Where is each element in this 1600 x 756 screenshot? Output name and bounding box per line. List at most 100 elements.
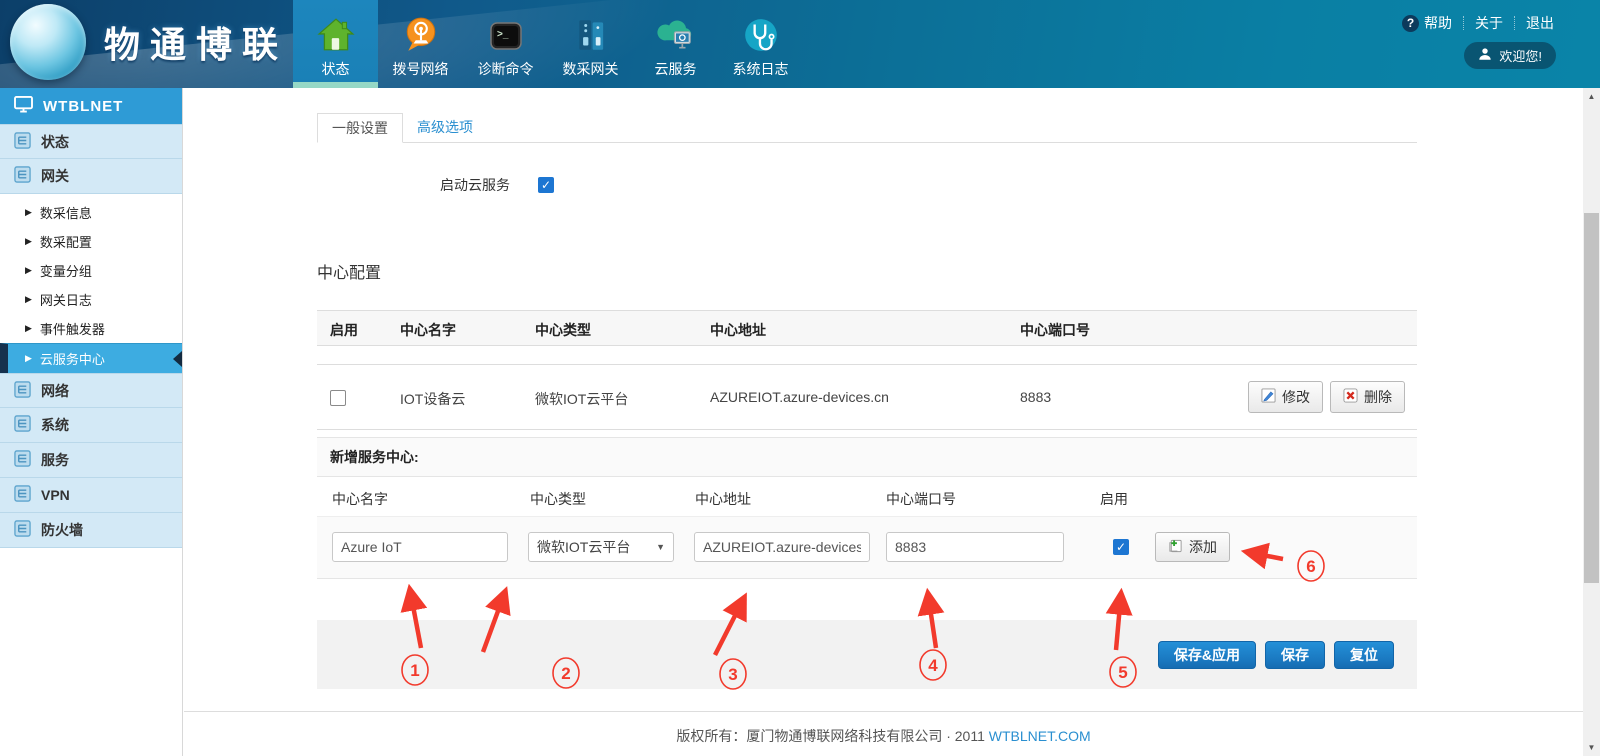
svg-text:>_: >_	[497, 29, 509, 40]
delete-icon	[1343, 388, 1358, 406]
welcome-badge[interactable]: 欢迎您!	[1464, 42, 1556, 69]
scrollbar-thumb[interactable]	[1584, 213, 1599, 583]
triangle-icon: ▶	[25, 207, 32, 218]
add-section-inputs: 微软IOT云平台 ▼ ✓ 添加	[317, 517, 1417, 579]
sidebar-item-network[interactable]: 网络	[0, 373, 182, 408]
add-enable-checkbox[interactable]: ✓	[1113, 539, 1129, 555]
enable-cloud-checkbox[interactable]: ✓	[538, 177, 554, 193]
save-button[interactable]: 保存	[1265, 641, 1325, 669]
sidebar: WTBLNET 状态 网关 ▶ 数采信息 ▶ 数采配置 ▶ 变量分组 ▶ 网关日…	[0, 88, 183, 756]
top-header: 物通博联 状态 拨号网络 >_ 诊断命令 数采网关	[0, 0, 1600, 88]
nav-label: 系统日志	[733, 59, 789, 79]
add-button[interactable]: 添加	[1155, 532, 1230, 562]
logo-sphere-icon	[10, 4, 86, 80]
nav-item-cloud-service[interactable]: 云服务	[633, 0, 718, 88]
top-links: ? 帮助 关于 退出	[1402, 13, 1554, 33]
sidebar-item-system[interactable]: 系统	[0, 408, 182, 443]
nav-item-dial-network[interactable]: 拨号网络	[378, 0, 463, 88]
link-separator	[1514, 16, 1515, 30]
enable-cloud-label: 启动云服务	[440, 175, 510, 195]
list-icon	[14, 132, 31, 152]
list-icon	[14, 520, 31, 540]
table-row: IOT设备云 微软IOT云平台 AZUREIOT.azure-devices.c…	[317, 364, 1417, 430]
sidebar-item-gateway[interactable]: 网关	[0, 159, 182, 194]
scroll-up-arrow-icon[interactable]: ▲	[1583, 88, 1600, 105]
nav-label: 拨号网络	[393, 59, 449, 79]
sidebar-item-status[interactable]: 状态	[0, 124, 182, 159]
logout-link[interactable]: 退出	[1526, 13, 1554, 33]
sidebar-title: WTBLNET	[0, 88, 182, 124]
nav-item-gateway[interactable]: 数采网关	[548, 0, 633, 88]
stethoscope-icon	[742, 8, 780, 54]
row-actions: 修改 删除	[1248, 381, 1405, 413]
center-table-header: 启用 中心名字 中心类型 中心地址 中心端口号	[317, 310, 1417, 346]
sidebar-item-firewall[interactable]: 防火墙	[0, 513, 182, 548]
main-nav: 状态 拨号网络 >_ 诊断命令 数采网关 云服务	[293, 0, 803, 88]
tab-bar: 一般设置 高级选项	[317, 113, 1417, 143]
sidebar-item-vpn[interactable]: VPN	[0, 478, 182, 513]
add-section-title: 新增服务中心:	[317, 437, 1417, 477]
sidebar-item-variable-group[interactable]: ▶ 变量分组	[0, 256, 182, 285]
list-icon	[14, 485, 31, 505]
enable-cloud-row: 启动云服务 ✓	[317, 175, 1417, 195]
help-icon: ?	[1402, 15, 1419, 32]
sidebar-item-service[interactable]: 服务	[0, 443, 182, 478]
about-link[interactable]: 关于	[1475, 13, 1503, 33]
row-center-name: IOT设备云	[400, 389, 465, 409]
triangle-icon: ▶	[25, 323, 32, 334]
sidebar-item-gateway-log[interactable]: ▶ 网关日志	[0, 285, 182, 314]
copyright-text: 版权所有：厦门物通博联网络科技有限公司 · 2011	[676, 728, 985, 744]
add-icon	[1168, 538, 1183, 556]
nav-item-syslog[interactable]: 系统日志	[718, 0, 803, 88]
list-icon	[14, 381, 31, 401]
link-separator	[1463, 16, 1464, 30]
row-center-port: 8883	[1020, 389, 1051, 405]
monitor-icon	[14, 96, 33, 117]
help-link[interactable]: ? 帮助	[1402, 13, 1452, 33]
sidebar-item-data-config[interactable]: ▶ 数采配置	[0, 227, 182, 256]
home-icon	[317, 8, 355, 54]
center-address-input[interactable]	[694, 532, 870, 562]
nav-label: 状态	[322, 59, 350, 79]
nav-label: 数采网关	[563, 59, 619, 79]
edit-icon	[1261, 388, 1276, 406]
dial-network-icon	[402, 8, 440, 54]
sidebar-item-data-info[interactable]: ▶ 数采信息	[0, 198, 182, 227]
edit-button[interactable]: 修改	[1248, 381, 1323, 413]
reset-button[interactable]: 复位	[1334, 641, 1394, 669]
list-icon	[14, 415, 31, 435]
save-apply-button[interactable]: 保存&应用	[1158, 641, 1256, 669]
nav-label: 诊断命令	[478, 59, 534, 79]
tab-advanced-options[interactable]: 高级选项	[403, 112, 487, 142]
footer: 版权所有：厦门物通博联网络科技有限公司 · 2011 WTBLNET.COM	[184, 711, 1583, 746]
triangle-icon: ▶	[25, 353, 32, 364]
brand-logo: 物通博联	[10, 4, 288, 80]
center-port-input[interactable]	[886, 532, 1064, 562]
wtblnet-link[interactable]: WTBLNET.COM	[989, 728, 1091, 744]
vertical-scrollbar[interactable]: ▲ ▼	[1583, 88, 1600, 756]
brand-name: 物通博联	[104, 16, 288, 68]
tab-general-settings[interactable]: 一般设置	[317, 113, 403, 143]
add-section-labels: 中心名字 中心类型 中心地址 中心端口号 启用	[317, 477, 1417, 517]
welcome-text: 欢迎您!	[1499, 46, 1542, 65]
triangle-icon: ▶	[25, 236, 32, 247]
scroll-down-arrow-icon[interactable]: ▼	[1583, 739, 1600, 756]
list-icon	[14, 450, 31, 470]
chevron-down-icon: ▼	[656, 542, 665, 552]
delete-button[interactable]: 删除	[1330, 381, 1405, 413]
user-icon	[1478, 47, 1492, 64]
gateway-icon	[572, 8, 610, 54]
row-center-type: 微软IOT云平台	[535, 389, 628, 409]
triangle-icon: ▶	[25, 265, 32, 276]
nav-item-status[interactable]: 状态	[293, 0, 378, 88]
cloud-service-icon	[657, 8, 695, 54]
main-content: 一般设置 高级选项 启动云服务 ✓ 中心配置 启用 中心名字 中心类型 中心地址…	[184, 88, 1583, 756]
center-name-input[interactable]	[332, 532, 508, 562]
action-bar: 保存&应用 保存 复位	[317, 620, 1417, 689]
list-icon	[14, 166, 31, 186]
sidebar-item-event-trigger[interactable]: ▶ 事件触发器	[0, 314, 182, 343]
center-type-select[interactable]: 微软IOT云平台 ▼	[528, 532, 674, 562]
nav-item-diagnostic[interactable]: >_ 诊断命令	[463, 0, 548, 88]
row-enable-checkbox[interactable]	[330, 390, 346, 406]
sidebar-item-cloud-center[interactable]: ▶ 云服务中心	[0, 343, 182, 373]
